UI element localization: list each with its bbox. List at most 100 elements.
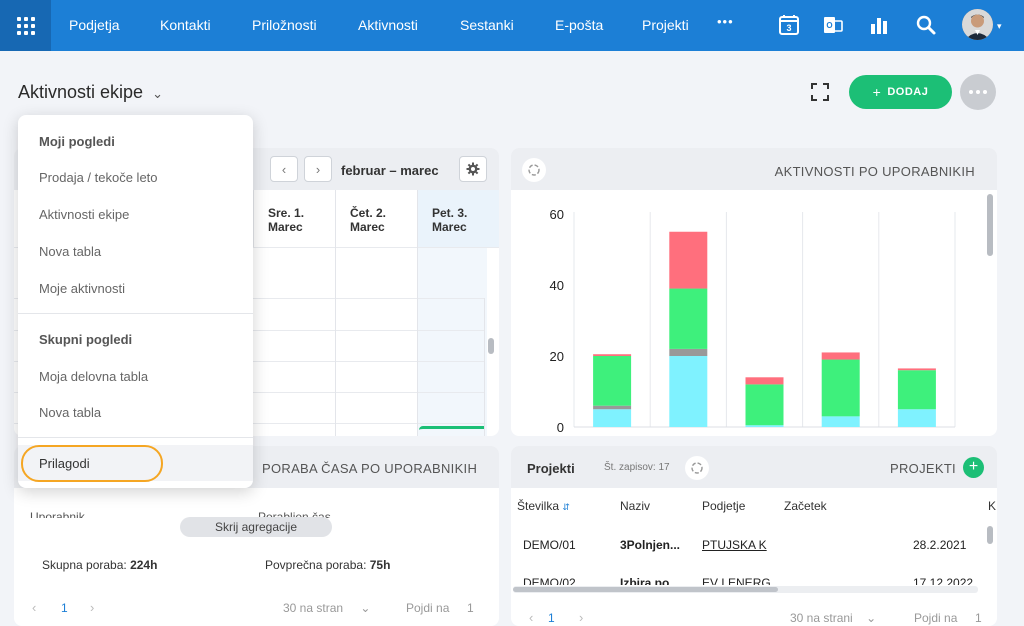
gear-icon (466, 162, 480, 176)
nav-more-button[interactable]: ••• (717, 14, 734, 29)
divider (18, 313, 253, 314)
chart-y-tick-label: 60 (550, 207, 564, 222)
chart-bar-segment (745, 425, 784, 427)
projects-record-count: Št. zapisov: 17 (604, 462, 670, 473)
calendar-next-button[interactable]: › (304, 156, 332, 182)
project-start-date: 17.12.2022 (913, 576, 974, 585)
calendar-event[interactable] (419, 426, 484, 432)
calendar-date-range: februar – marec (341, 163, 439, 178)
projects-per-page-select[interactable]: 30 na strani ⌄ (790, 611, 876, 625)
chart-scrollbar[interactable] (987, 194, 993, 256)
chart-bar-segment (669, 348, 708, 356)
group-views-heading: Skupni pogledi (39, 332, 133, 347)
horizontal-scrollbar[interactable] (513, 587, 778, 592)
today-column-shade (417, 247, 487, 436)
chart-bar-segment (745, 384, 784, 426)
add-button[interactable]: + DODAJ (849, 75, 952, 109)
chart-bar-segment (593, 409, 632, 427)
calendar-prev-button[interactable]: ‹ (270, 156, 298, 182)
chart-bar-segment (897, 409, 936, 427)
project-company-link[interactable]: PTUJSKA K (702, 538, 773, 552)
nav-item-eposta[interactable]: E-pošta (555, 17, 603, 33)
chart-bar-segment (669, 288, 708, 349)
bar-chart-icon[interactable] (866, 12, 892, 38)
add-project-icon[interactable]: + (963, 457, 984, 478)
hide-aggregations-button[interactable]: Skrij agregacije (180, 517, 332, 537)
sort-ascending-icon: ⇵ (562, 502, 570, 512)
fullscreen-icon[interactable] (808, 80, 832, 104)
project-name[interactable]: 3Polnjen... (620, 538, 680, 552)
calendar-scrollbar[interactable] (488, 338, 494, 354)
nav-item-sestanki[interactable]: Sestanki (460, 17, 514, 33)
refresh-icon[interactable] (685, 456, 709, 480)
view-item-aktivnosti-ekipe[interactable]: Aktivnosti ekipe (39, 207, 129, 222)
more-options-button[interactable] (960, 74, 996, 110)
chevron-down-icon: ⌄ (866, 611, 877, 625)
projects-title: Projekti (527, 461, 575, 476)
top-navigation-bar: Podjetja Kontakti Priložnosti Aktivnosti… (0, 0, 1024, 51)
nav-item-priloznosti[interactable]: Priložnosti (252, 17, 317, 33)
nav-item-aktivnosti[interactable]: Aktivnosti (358, 17, 418, 33)
view-item-nova-tabla-shared[interactable]: Nova tabla (39, 405, 101, 420)
column-header-start[interactable]: Začetek (784, 499, 827, 513)
usage-prev-page-icon[interactable]: ‹ (32, 600, 36, 615)
view-item-moja-delovna-tabla[interactable]: Moja delovna tabla (39, 369, 148, 384)
refresh-icon[interactable] (522, 158, 546, 182)
projects-current-page[interactable]: 1 (548, 611, 555, 625)
usage-next-page-icon[interactable]: › (90, 600, 94, 615)
calendar-column-fri-today: Pet. 3. Marec (417, 190, 499, 247)
page-title: Aktivnosti ekipe (18, 82, 144, 102)
project-name[interactable]: Izbira po... (620, 576, 679, 585)
usage-column-user: Uporabnik (30, 510, 85, 518)
chart-bar-segment (821, 359, 860, 417)
app-launcher-button[interactable] (0, 0, 51, 51)
projects-scrollbar[interactable] (987, 526, 993, 544)
chevron-down-icon: ⌄ (152, 86, 163, 101)
calendar-settings-button[interactable] (459, 156, 487, 182)
usage-per-page-select[interactable]: 30 na stran ⌄ (283, 601, 370, 615)
projects-next-page-icon[interactable]: › (579, 610, 583, 625)
my-views-heading: Moji pogledi (39, 134, 115, 149)
nav-item-kontakti[interactable]: Kontakti (160, 17, 211, 33)
nav-item-podjetja[interactable]: Podjetja (69, 17, 120, 33)
chart-bar-segment (593, 405, 632, 410)
nav-item-projekti[interactable]: Projekti (642, 17, 689, 33)
chart-bar-segment (897, 370, 936, 410)
avatar-chevron-down-icon[interactable]: ▾ (997, 21, 1002, 32)
projects-goto-input[interactable]: 1 (975, 611, 982, 625)
chart-bar-segment (745, 377, 784, 385)
column-header-company[interactable]: Podjetje (702, 499, 745, 513)
projects-section-title: PROJEKTI (890, 461, 956, 476)
chart-title: AKTIVNOSTI PO UPORABNIKIH (774, 164, 975, 179)
user-avatar[interactable] (962, 9, 993, 40)
grid-icon (16, 16, 35, 35)
column-header-number[interactable]: Številka ⇵ (517, 499, 570, 513)
average-usage: Povprečna poraba: 75h (265, 558, 391, 572)
highlight-ring (21, 445, 163, 482)
divider (18, 437, 253, 438)
usage-title: PORABA ČASA PO UPORABNIKIH (262, 461, 478, 476)
chevron-down-icon: ⌄ (360, 601, 371, 615)
calendar-icon[interactable]: 3 (776, 12, 802, 38)
column-header-more[interactable]: K (988, 499, 996, 513)
usage-current-page[interactable]: 1 (61, 601, 68, 615)
chart-bar-segment (669, 356, 708, 427)
chart-y-tick-label: 20 (550, 349, 564, 364)
chart-bar-segment (593, 356, 632, 406)
project-number: DEMO/01 (523, 538, 576, 552)
project-start-date: 28.2.2021 (913, 538, 967, 552)
dashboard-selector[interactable]: Aktivnosti ekipe ⌄ (18, 82, 163, 103)
chart-y-tick-label: 0 (557, 420, 564, 435)
view-item-moje-aktivnosti[interactable]: Moje aktivnosti (39, 281, 125, 296)
plus-icon: + (872, 84, 882, 100)
dashboard-views-dropdown: Moji pogledi Prodaja / tekoče leto Aktiv… (18, 115, 253, 488)
project-company-link[interactable]: EV LENERG (702, 576, 773, 585)
outlook-calendar-icon[interactable]: O (820, 12, 846, 38)
projects-prev-page-icon[interactable]: ‹ (529, 610, 533, 625)
view-item-prodaja[interactable]: Prodaja / tekoče leto (39, 170, 158, 185)
usage-goto-input[interactable]: 1 (467, 601, 474, 615)
column-header-name[interactable]: Naziv (620, 499, 650, 513)
calendar-column-thu: Čet. 2. Marec (335, 190, 417, 247)
view-item-nova-tabla[interactable]: Nova tabla (39, 244, 101, 259)
search-icon[interactable] (913, 12, 939, 38)
